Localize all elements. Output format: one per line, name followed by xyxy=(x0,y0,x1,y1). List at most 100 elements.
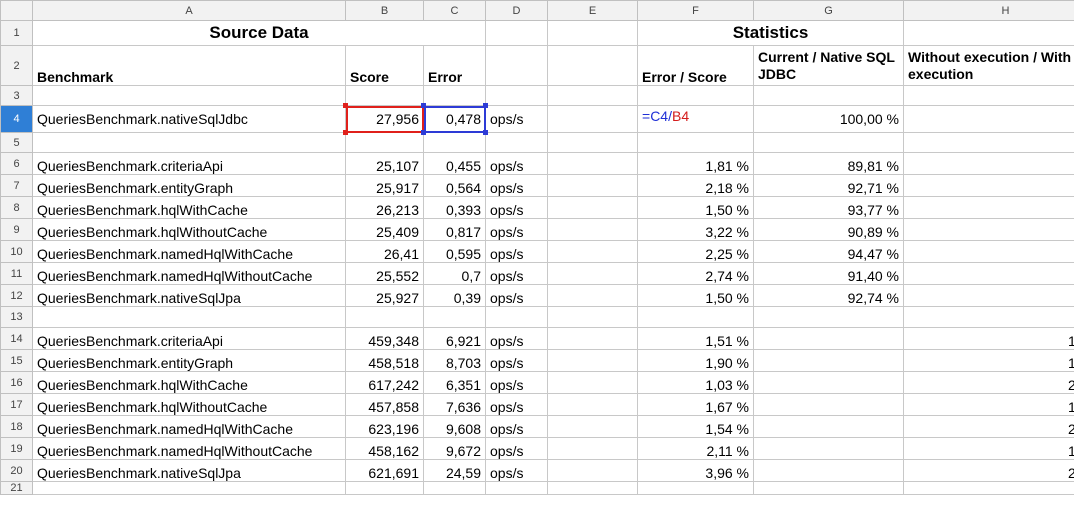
benchmark-name[interactable]: QueriesBenchmark.namedHqlWithCache xyxy=(32,415,346,438)
ratio-cell[interactable]: 23,55 xyxy=(903,371,1074,394)
cell-h13[interactable] xyxy=(903,306,1074,328)
empty-cell[interactable] xyxy=(547,459,638,482)
reference-score-cell[interactable]: 27,956 xyxy=(345,105,424,133)
benchmark-name[interactable]: QueriesBenchmark.hqlWithoutCache xyxy=(32,218,346,241)
column-header-g[interactable]: G xyxy=(753,0,904,21)
row-header-5[interactable]: 5 xyxy=(0,132,33,153)
current-pct-cell[interactable]: 89,81 % xyxy=(753,152,904,175)
empty-cell[interactable] xyxy=(547,437,638,460)
error-pct-cell[interactable]: 2,25 % xyxy=(637,240,754,263)
empty-cell[interactable] xyxy=(903,218,1074,241)
cell-g5[interactable] xyxy=(753,132,904,153)
ratio-cell[interactable]: 17,69 xyxy=(903,349,1074,372)
cell-g13[interactable] xyxy=(753,306,904,328)
row-header-6[interactable]: 6 xyxy=(0,152,33,175)
cell-c5[interactable] xyxy=(423,132,486,153)
cell-e3[interactable] xyxy=(547,85,638,106)
cell-h1[interactable] xyxy=(903,20,1074,46)
score-cell[interactable]: 25,917 xyxy=(345,174,424,197)
empty-cell[interactable] xyxy=(547,349,638,372)
empty-cell[interactable] xyxy=(903,196,1074,219)
unit-cell[interactable]: ops/s xyxy=(485,437,548,460)
error-pct-cell[interactable]: 3,22 % xyxy=(637,218,754,241)
benchmark-name[interactable]: QueriesBenchmark.entityGraph xyxy=(32,174,346,197)
score-cell[interactable]: 617,242 xyxy=(345,371,424,394)
reference-resize-handle[interactable] xyxy=(482,102,488,108)
statistics-title[interactable]: Statistics xyxy=(637,20,904,46)
benchmark-name[interactable]: QueriesBenchmark.criteriaApi xyxy=(32,327,346,350)
row-header-19[interactable]: 19 xyxy=(0,437,33,460)
empty-cell[interactable] xyxy=(547,174,638,197)
empty-cell[interactable] xyxy=(753,437,904,460)
reference-resize-handle[interactable] xyxy=(482,129,488,135)
error-cell[interactable]: 0,455 xyxy=(423,152,486,175)
cell-b13[interactable] xyxy=(345,306,424,328)
unit-cell[interactable]: ops/s xyxy=(485,415,548,438)
error-cell[interactable]: 6,921 xyxy=(423,327,486,350)
cell-d5[interactable] xyxy=(485,132,548,153)
row-header-18[interactable]: 18 xyxy=(0,415,33,438)
cell-e4[interactable] xyxy=(547,105,638,133)
cell-b3[interactable] xyxy=(345,85,424,106)
score-cell[interactable]: 459,348 xyxy=(345,327,424,350)
row-header-8[interactable]: 8 xyxy=(0,196,33,219)
empty-cell[interactable] xyxy=(753,393,904,416)
cell-h4[interactable] xyxy=(903,105,1074,133)
ratio-cell[interactable]: 18,30 xyxy=(903,327,1074,350)
unit-cell[interactable]: ops/s xyxy=(485,327,548,350)
error-cell[interactable]: 0,39 xyxy=(423,284,486,307)
unit-cell[interactable]: ops/s xyxy=(485,262,548,285)
empty-cell[interactable] xyxy=(547,415,638,438)
row-header-15[interactable]: 15 xyxy=(0,349,33,372)
empty-cell[interactable] xyxy=(903,152,1074,175)
empty-cell[interactable] xyxy=(753,371,904,394)
unit-cell[interactable]: ops/s xyxy=(485,218,548,241)
ratio-cell[interactable]: 23,60 xyxy=(903,415,1074,438)
current-native-header[interactable]: Current / Native SQL JDBC xyxy=(753,45,904,86)
row-header-21[interactable]: 21 xyxy=(0,481,33,495)
error-cell[interactable]: 24,59 xyxy=(423,459,486,482)
error-pct-cell[interactable]: 2,74 % xyxy=(637,262,754,285)
empty-cell[interactable] xyxy=(903,240,1074,263)
column-header-b[interactable]: B xyxy=(345,0,424,21)
current-pct-cell[interactable]: 93,77 % xyxy=(753,196,904,219)
cell-e1[interactable] xyxy=(547,20,638,46)
column-header-e[interactable]: E xyxy=(547,0,638,21)
benchmark-name[interactable]: QueriesBenchmark.entityGraph xyxy=(32,349,346,372)
row-header-13[interactable]: 13 xyxy=(0,306,33,328)
score-cell[interactable]: 458,162 xyxy=(345,437,424,460)
empty-cell[interactable] xyxy=(753,349,904,372)
cell-f21[interactable] xyxy=(637,481,754,495)
empty-cell[interactable] xyxy=(903,262,1074,285)
error-pct-cell[interactable]: 3,96 % xyxy=(637,459,754,482)
ratio-cell[interactable]: 17,93 xyxy=(903,437,1074,460)
score-cell[interactable]: 25,409 xyxy=(345,218,424,241)
row-header-12[interactable]: 12 xyxy=(0,284,33,307)
cell-d3[interactable] xyxy=(485,85,548,106)
cell-b5[interactable] xyxy=(345,132,424,153)
row-header-9[interactable]: 9 xyxy=(0,218,33,241)
cell-h21[interactable] xyxy=(903,481,1074,495)
error-pct-cell[interactable]: 2,18 % xyxy=(637,174,754,197)
select-all-corner[interactable] xyxy=(0,0,33,21)
error-pct-cell[interactable]: 1,50 % xyxy=(637,196,754,219)
cell-a21[interactable] xyxy=(32,481,346,495)
empty-cell[interactable] xyxy=(547,393,638,416)
benchmark-header[interactable]: Benchmark xyxy=(32,45,346,86)
error-pct-cell[interactable]: 2,11 % xyxy=(637,437,754,460)
score-cell[interactable]: 621,691 xyxy=(345,459,424,482)
error-cell[interactable]: 0,7 xyxy=(423,262,486,285)
error-cell[interactable]: 8,703 xyxy=(423,349,486,372)
column-header-h[interactable]: H xyxy=(903,0,1074,21)
row-header-2[interactable]: 2 xyxy=(0,45,33,86)
unit-cell[interactable]: ops/s xyxy=(485,284,548,307)
benchmark-name[interactable]: QueriesBenchmark.namedHqlWithoutCache xyxy=(32,437,346,460)
current-pct-cell[interactable]: 91,40 % xyxy=(753,262,904,285)
row-header-16[interactable]: 16 xyxy=(0,371,33,394)
error-cell[interactable]: 6,351 xyxy=(423,371,486,394)
benchmark-name[interactable]: QueriesBenchmark.nativeSqlJpa xyxy=(32,459,346,482)
cell-c3[interactable] xyxy=(423,85,486,106)
error-score-header[interactable]: Error / Score xyxy=(637,45,754,86)
unit-cell[interactable]: ops/s xyxy=(485,393,548,416)
row-header-11[interactable]: 11 xyxy=(0,262,33,285)
